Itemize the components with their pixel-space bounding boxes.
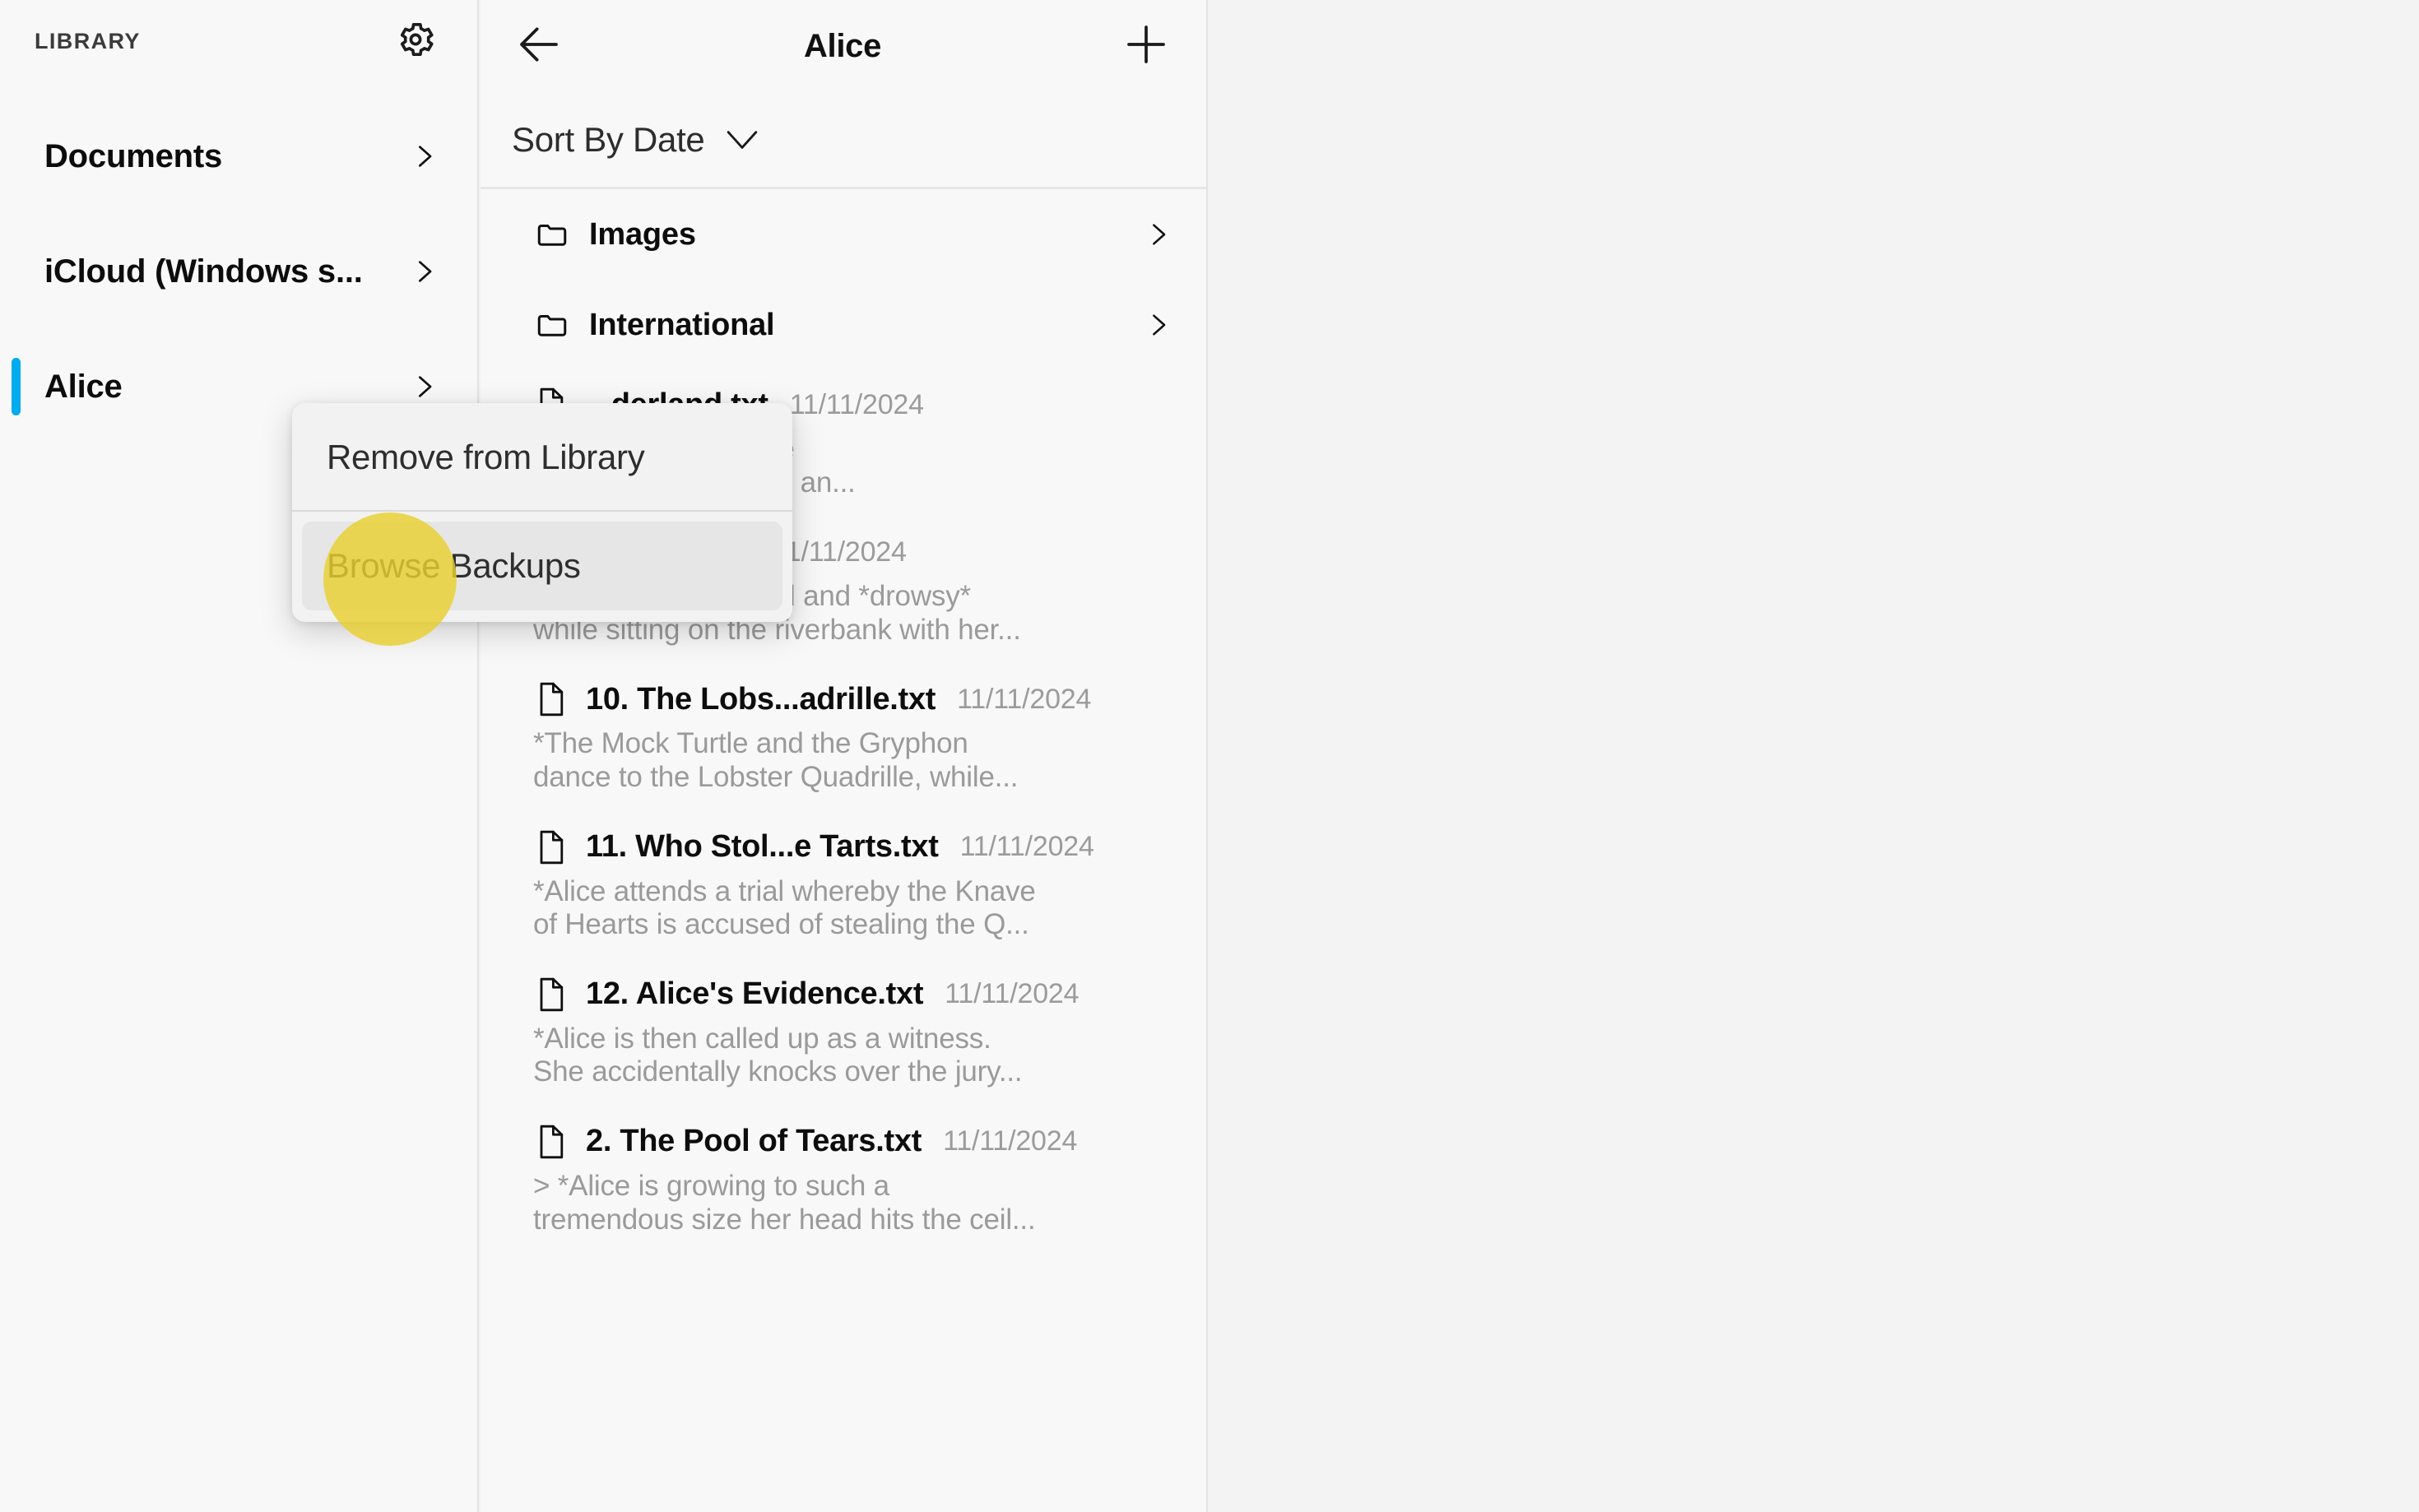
file-row-header: 11. Who Stol...e Tarts.txt 11/11/2024	[533, 828, 1175, 867]
settings-button[interactable]	[390, 16, 441, 67]
folder-icon	[533, 216, 571, 253]
file-list-scroll-area[interactable]: Images International	[481, 189, 1206, 1510]
sidebar-item-label: iCloud (Windows s...	[44, 253, 408, 290]
file-row-header: 10. The Lobs...adrille.txt 11/11/2024	[533, 679, 1175, 719]
sidebar-item-documents[interactable]: Documents	[0, 99, 477, 214]
file-icon	[533, 975, 569, 1014]
sidebar-item-label: Alice	[44, 369, 408, 406]
plus-icon	[1123, 21, 1169, 72]
file-row-header: 2. The Pool of Tears.txt 11/11/2024	[533, 1122, 1175, 1162]
context-menu-item-browse-backups[interactable]: Browse Backups	[302, 522, 782, 610]
file-preview: *Alice is then called up as a witness. S…	[533, 1023, 1175, 1089]
chevron-right-icon	[408, 255, 441, 288]
file-preview: > *Alice is growing to such a tremendous…	[533, 1170, 1175, 1236]
gear-icon	[394, 18, 437, 65]
folder-icon	[533, 306, 571, 344]
table-row[interactable]: 12. Alice's Evidence.txt 11/11/2024 *Ali…	[481, 960, 1206, 1107]
folder-name: Images	[589, 217, 1142, 253]
app-root: LIBRARY Documents iClou	[0, 0, 2419, 1512]
arrow-left-icon	[516, 21, 562, 72]
table-row[interactable]: 10. The Lobs...adrille.txt 11/11/2024 *T…	[481, 665, 1206, 812]
file-date: 11/11/2024	[960, 831, 1094, 863]
selection-indicator	[12, 128, 21, 185]
table-row[interactable]: 11. Who Stol...e Tarts.txt 11/11/2024 *A…	[481, 813, 1206, 960]
file-icon	[533, 828, 569, 867]
file-date: 11/11/2024	[773, 536, 907, 568]
file-name: 2. The Pool of Tears.txt	[586, 1124, 922, 1159]
table-row[interactable]: 2. The Pool of Tears.txt 11/11/2024 > *A…	[481, 1107, 1206, 1255]
selection-indicator	[12, 358, 21, 415]
sidebar-item-icloud[interactable]: iCloud (Windows s...	[0, 214, 477, 329]
library-sidebar: LIBRARY Documents iClou	[0, 0, 479, 1512]
file-row-header: 12. Alice's Evidence.txt 11/11/2024	[533, 975, 1175, 1014]
file-name: 12. Alice's Evidence.txt	[586, 976, 923, 1012]
sidebar-item-label: Documents	[44, 138, 408, 175]
chevron-right-icon	[408, 140, 441, 173]
library-heading: LIBRARY	[35, 29, 390, 54]
file-preview: *Alice attends a trial whereby the Knave…	[533, 875, 1175, 942]
sort-dropdown[interactable]: Sort By Date	[481, 92, 1206, 189]
chevron-down-icon	[723, 126, 761, 154]
folder-row-images[interactable]: Images	[481, 189, 1206, 280]
sort-label: Sort By Date	[512, 120, 705, 160]
context-menu: Remove from Library Browse Backups	[292, 403, 792, 622]
chevron-right-icon	[408, 370, 441, 403]
add-button[interactable]	[1114, 14, 1178, 78]
sidebar-item-list: Documents iCloud (Windows s... Alice	[0, 99, 477, 444]
file-date: 11/11/2024	[790, 389, 924, 421]
chevron-right-icon	[1142, 218, 1175, 251]
file-date: 11/11/2024	[943, 1125, 1077, 1157]
file-name: 11. Who Stol...e Tarts.txt	[586, 829, 939, 865]
chevron-right-icon	[1142, 308, 1175, 341]
file-preview: *The Mock Turtle and the Gryphon dance t…	[533, 727, 1175, 794]
sidebar-header: LIBRARY	[0, 0, 477, 82]
file-icon	[533, 1122, 569, 1162]
context-menu-item-remove-from-library[interactable]: Remove from Library	[302, 413, 782, 502]
context-menu-separator	[292, 510, 792, 512]
list-panel-toolbar: Alice	[481, 0, 1206, 92]
folder-name: International	[589, 308, 1142, 343]
file-date: 11/11/2024	[945, 978, 1079, 1010]
file-date: 11/11/2024	[957, 684, 1091, 716]
file-name: 10. The Lobs...adrille.txt	[586, 682, 936, 717]
file-list-panel: Alice Sort By Date	[481, 0, 1208, 1512]
back-button[interactable]	[507, 14, 571, 78]
page-title: Alice	[571, 28, 1114, 65]
folder-row-international[interactable]: International	[481, 280, 1206, 370]
file-icon	[533, 679, 569, 719]
selection-indicator	[12, 243, 21, 300]
